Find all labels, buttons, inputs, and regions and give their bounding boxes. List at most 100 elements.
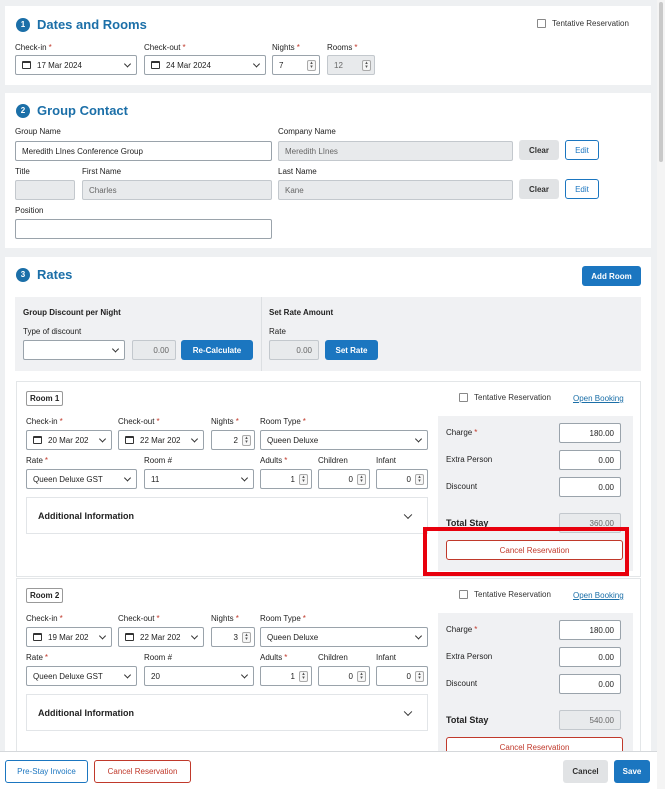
open-booking-link[interactable]: Open Booking <box>573 394 624 403</box>
additional-information-toggle[interactable]: Additional Information <box>26 497 428 534</box>
chevron-down-icon <box>252 60 261 68</box>
dates-rooms-card: 1 Dates and Rooms Tentative Reservation … <box>5 6 651 85</box>
chevron-down-icon <box>98 435 107 443</box>
title-label: Title <box>15 167 30 176</box>
title-input <box>15 180 75 200</box>
stepper-icon[interactable]: ▴ ▾ <box>299 671 308 682</box>
cancel-button[interactable]: Cancel <box>563 760 608 783</box>
panel-divider <box>261 297 262 371</box>
section-number-badge: 3 <box>16 267 30 282</box>
adults-input[interactable]: 1 ▴ ▾ <box>260 666 312 686</box>
chevron-down-icon <box>240 671 249 679</box>
rates-title: 3 Rates <box>16 267 72 282</box>
discount-input[interactable]: 0.00 <box>559 477 621 497</box>
set-rate-title: Set Rate Amount <box>269 308 334 317</box>
footer-bar: Pre-Stay Invoice Cancel Reservation Canc… <box>0 751 657 789</box>
checkbox-icon <box>459 590 468 599</box>
infant-input[interactable]: 0 ▴ ▾ <box>376 469 428 489</box>
contact-clear-button[interactable]: Clear <box>519 179 559 199</box>
charge-input[interactable]: 180.00 <box>559 423 621 443</box>
room-number-label: Room # <box>144 653 173 662</box>
additional-information-toggle[interactable]: Additional Information <box>26 694 428 731</box>
infant-input[interactable]: 0 ▴ ▾ <box>376 666 428 686</box>
room-number-select[interactable]: 20 <box>144 666 254 686</box>
discount-type-select[interactable] <box>23 340 125 360</box>
discount-input[interactable]: 0.00 <box>559 674 621 694</box>
room-checkin-select[interactable]: 19 Mar 202 <box>26 627 112 647</box>
room-rate-select[interactable]: Queen Deluxe GST <box>26 469 137 489</box>
add-room-button[interactable]: Add Room <box>582 266 641 286</box>
chevron-down-icon <box>123 671 132 679</box>
rooms-label: Rooms * <box>327 43 358 52</box>
stepper-icon[interactable]: ▴ ▾ <box>357 474 366 485</box>
children-label: Children <box>318 456 348 465</box>
room-rate-select[interactable]: Queen Deluxe GST <box>26 666 137 686</box>
chevron-down-icon <box>123 60 132 68</box>
calendar-icon <box>22 61 31 69</box>
infant-label: Infant <box>376 456 397 465</box>
children-input[interactable]: 0 ▴ ▾ <box>318 666 370 686</box>
tentative-reservation-checkbox[interactable]: Tentative Reservation <box>537 19 629 28</box>
room-rate-label: Rate * <box>26 653 49 662</box>
checkout-date-select[interactable]: 24 Mar 2024 <box>144 55 266 75</box>
scrollbar-thumb[interactable] <box>659 2 663 162</box>
stepper-icon[interactable]: ▴ ▾ <box>415 671 424 682</box>
company-clear-button[interactable]: Clear <box>519 140 559 160</box>
type-of-discount-label: Type of discount <box>23 327 82 336</box>
extra-person-input[interactable]: 0.00 <box>559 450 621 470</box>
group-name-input[interactable]: Meredith LInes Conference Group <box>15 141 272 161</box>
room-checkin-select[interactable]: 20 Mar 202 <box>26 430 112 450</box>
room-type-select[interactable]: Queen Deluxe <box>260 430 428 450</box>
position-input[interactable] <box>15 219 272 239</box>
room-nights-label: Nights * <box>211 614 239 623</box>
pre-stay-invoice-button[interactable]: Pre-Stay Invoice <box>5 760 88 783</box>
room-tentative-checkbox[interactable]: Tentative Reservation <box>459 393 551 402</box>
room-checkout-select[interactable]: 22 Mar 202 <box>118 430 204 450</box>
stepper-icon[interactable]: ▴ ▾ <box>357 671 366 682</box>
chevron-down-icon <box>240 474 249 482</box>
room-type-label: Room Type * <box>260 417 306 426</box>
page-scrollbar[interactable] <box>657 0 665 789</box>
stepper-icon[interactable]: ▴ ▾ <box>299 474 308 485</box>
total-stay-value: 540.00 <box>559 710 621 730</box>
contact-edit-button[interactable]: Edit <box>565 179 599 199</box>
save-button[interactable]: Save <box>614 760 650 783</box>
charge-input[interactable]: 180.00 <box>559 620 621 640</box>
set-rate-button[interactable]: Set Rate <box>325 340 378 360</box>
room-type-select[interactable]: Queen Deluxe <box>260 627 428 647</box>
stepper-icon[interactable]: ▴ ▾ <box>415 474 424 485</box>
cancel-reservation-button[interactable]: Cancel Reservation <box>94 760 191 783</box>
room-charges-panel: Charge * 180.00 Extra Person 0.00 Discoun… <box>438 613 633 757</box>
checkin-date-select[interactable]: 17 Mar 2024 <box>15 55 137 75</box>
adults-label: Adults * <box>260 653 288 662</box>
room-nights-input[interactable]: 2 ▴ ▾ <box>211 430 255 450</box>
stepper-icon[interactable]: ▴ ▾ <box>242 435 251 446</box>
rate-label: Rate <box>269 327 286 336</box>
group-contact-title: 2 Group Contact <box>16 103 128 118</box>
nights-input[interactable]: 7 ▴ ▾ <box>272 55 320 75</box>
chevron-down-icon <box>98 632 107 640</box>
open-booking-link[interactable]: Open Booking <box>573 591 624 600</box>
total-stay-label: Total Stay <box>446 715 489 725</box>
adults-label: Adults * <box>260 456 288 465</box>
company-edit-button[interactable]: Edit <box>565 140 599 160</box>
room-type-label: Room Type * <box>260 614 306 623</box>
extra-person-label: Extra Person <box>446 455 493 464</box>
extra-person-input[interactable]: 0.00 <box>559 647 621 667</box>
recalculate-button[interactable]: Re-Calculate <box>181 340 253 360</box>
stepper-icon[interactable]: ▴ ▾ <box>242 632 251 643</box>
room-number-select[interactable]: 11 <box>144 469 254 489</box>
room-name-tag: Room 1 <box>26 391 64 406</box>
chevron-down-icon <box>403 707 413 716</box>
calendar-icon <box>125 436 134 444</box>
children-input[interactable]: 0 ▴ ▾ <box>318 469 370 489</box>
stepper-icon[interactable]: ▴ ▾ <box>307 60 316 71</box>
last-name-label: Last Name <box>278 167 317 176</box>
room-checkout-select[interactable]: 22 Mar 202 <box>118 627 204 647</box>
room-tentative-checkbox[interactable]: Tentative Reservation <box>459 590 551 599</box>
adults-input[interactable]: 1 ▴ ▾ <box>260 469 312 489</box>
room-card-2: Room 2 Tentative Reservation Open Bookin… <box>16 578 641 757</box>
highlight-box <box>423 527 629 576</box>
charge-label: Charge * <box>446 625 478 634</box>
room-nights-input[interactable]: 3 ▴ ▾ <box>211 627 255 647</box>
